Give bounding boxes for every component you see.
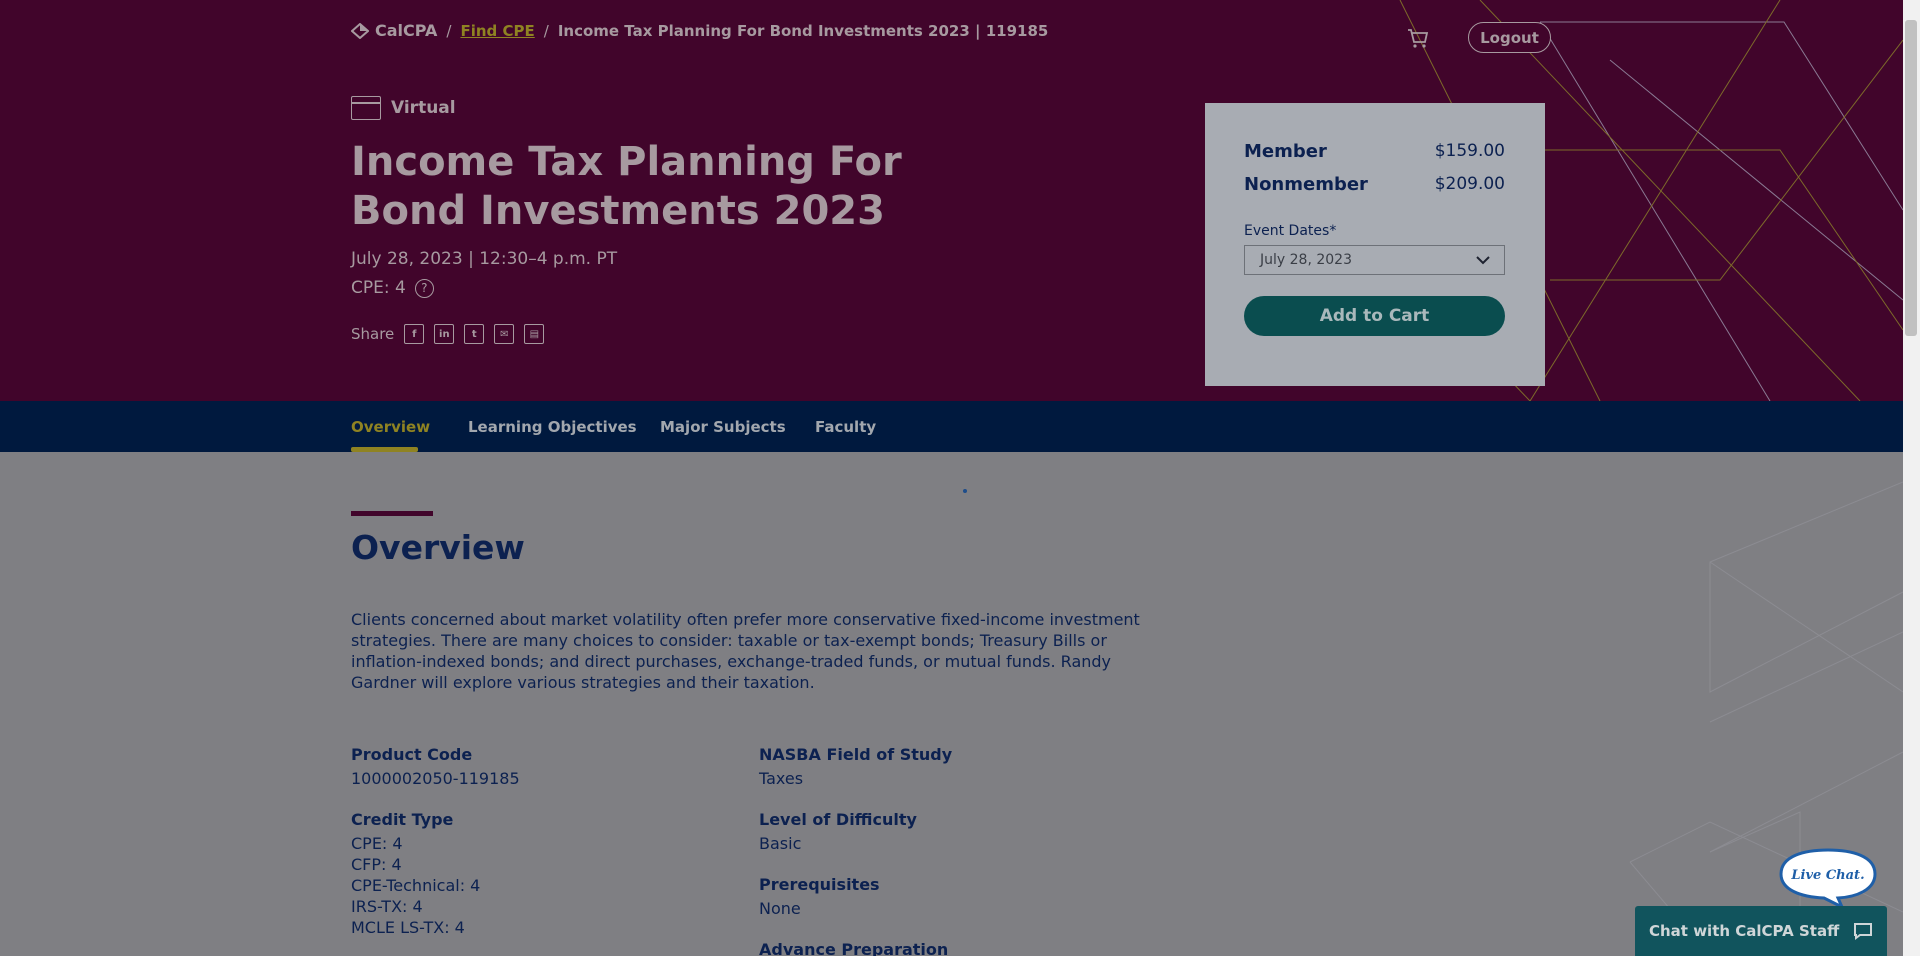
active-tab-indicator: [351, 447, 418, 452]
share-bar: Share f in t ✉ ▤: [351, 324, 545, 344]
calendar-icon[interactable]: ▤: [524, 324, 545, 344]
chevron-down-icon: [1476, 255, 1490, 264]
member-label: Member: [1244, 141, 1327, 162]
loading-indicator: [963, 489, 967, 493]
breadcrumb-separator: /: [543, 21, 549, 40]
live-chat-bubble[interactable]: Live Chat.: [1778, 847, 1878, 909]
credit-item: CFP: 4: [351, 855, 402, 874]
product-code-value: 1000002050-119185: [351, 769, 520, 788]
advance-prep-label: Advance Preparation: [759, 940, 949, 956]
member-price-row: Member $159.00: [1244, 141, 1505, 162]
help-icon[interactable]: ?: [414, 278, 434, 298]
field-of-study-field: NASBA Field of Study Taxes: [759, 744, 1139, 789]
event-datetime: July 28, 2023 | 12:30–4 p.m. PT: [351, 249, 618, 269]
tab-major-subjects[interactable]: Major Subjects: [660, 418, 786, 436]
calcpa-logo[interactable]: CalCPA: [351, 21, 437, 40]
details-left-column: Product Code 1000002050-119185 Credit Ty…: [351, 744, 731, 956]
live-chat-text: Live Chat.: [1790, 868, 1864, 883]
nonmember-label: Nonmember: [1244, 174, 1368, 195]
overview-description: Clients concerned about market volatilit…: [351, 610, 1140, 692]
credit-type-label: Credit Type: [351, 810, 454, 829]
event-dates-label: Event Dates*: [1244, 223, 1337, 239]
overview-heading: Overview: [351, 528, 525, 567]
member-price: $159.00: [1434, 141, 1505, 161]
breadcrumb-current: Income Tax Planning For Bond Investments…: [557, 21, 1049, 40]
difficulty-label: Level of Difficulty: [759, 810, 917, 829]
difficulty-field: Level of Difficulty Basic: [759, 809, 1139, 854]
section-tabs: Overview Learning Objectives Major Subje…: [0, 401, 1903, 452]
chat-icon: [1854, 923, 1872, 940]
logout-button[interactable]: Logout: [1468, 22, 1551, 53]
email-icon[interactable]: ✉: [494, 324, 515, 344]
selected-date: July 28, 2023: [1260, 252, 1352, 268]
cart-icon[interactable]: [1407, 27, 1429, 49]
tab-learning-objectives[interactable]: Learning Objectives: [468, 418, 637, 436]
format-label: Virtual: [391, 98, 456, 118]
credit-item: MCLE LS-TX: 4: [351, 918, 465, 937]
nonmember-price-row: Nonmember $209.00: [1244, 174, 1505, 195]
scrollbar-thumb[interactable]: [1905, 20, 1917, 336]
details-right-column: NASBA Field of Study Taxes Level of Diff…: [759, 744, 1139, 956]
tab-faculty[interactable]: Faculty: [815, 418, 876, 436]
nonmember-price: $209.00: [1434, 174, 1505, 194]
section-accent-bar: [351, 511, 433, 516]
difficulty-value: Basic: [759, 834, 802, 853]
breadcrumb-find-cpe-link[interactable]: Find CPE: [460, 22, 534, 40]
linkedin-icon[interactable]: in: [434, 324, 455, 344]
scrollbar[interactable]: [1903, 0, 1920, 956]
twitter-icon[interactable]: t: [464, 324, 485, 344]
add-to-cart-button[interactable]: Add to Cart: [1244, 296, 1505, 336]
credit-item: IRS-TX: 4: [351, 897, 423, 916]
facebook-icon[interactable]: f: [404, 324, 425, 344]
product-code-field: Product Code 1000002050-119185: [351, 744, 731, 789]
cpe-credits: CPE: 4 ?: [351, 278, 434, 298]
prerequisites-label: Prerequisites: [759, 875, 880, 894]
page-title: Income Tax Planning For Bond Investments…: [351, 139, 902, 234]
tab-overview[interactable]: Overview: [351, 418, 430, 436]
advance-prep-field: Advance Preparation: [759, 939, 1139, 956]
prerequisites-field: Prerequisites None: [759, 874, 1139, 919]
product-code-label: Product Code: [351, 745, 473, 764]
field-of-study-value: Taxes: [759, 769, 804, 788]
hero-banner: CalCPA / Find CPE / Income Tax Planning …: [0, 0, 1903, 401]
logo-text: CalCPA: [375, 21, 438, 40]
field-of-study-label: NASBA Field of Study: [759, 745, 953, 764]
event-format: Virtual: [351, 96, 456, 120]
credit-item: CPE-Technical: 4: [351, 876, 481, 895]
share-label: Share: [351, 325, 395, 343]
chat-label: Chat with CalCPA Staff: [1649, 922, 1840, 940]
calcpa-logo-icon: [351, 22, 369, 39]
credit-item: CPE: 4: [351, 834, 403, 853]
prerequisites-value: None: [759, 899, 801, 918]
event-dates-select[interactable]: July 28, 2023: [1244, 245, 1505, 275]
chat-launcher[interactable]: Chat with CalCPA Staff: [1635, 906, 1887, 956]
cpe-value: CPE: 4: [351, 278, 406, 298]
pricing-card: Member $159.00 Nonmember $209.00 Event D…: [1205, 103, 1545, 386]
browser-window-icon: [351, 96, 381, 120]
breadcrumb: CalCPA / Find CPE / Income Tax Planning …: [351, 21, 1048, 40]
breadcrumb-separator: /: [446, 21, 452, 40]
credit-type-field: Credit Type CPE: 4 CFP: 4 CPE-Technical:…: [351, 809, 731, 938]
